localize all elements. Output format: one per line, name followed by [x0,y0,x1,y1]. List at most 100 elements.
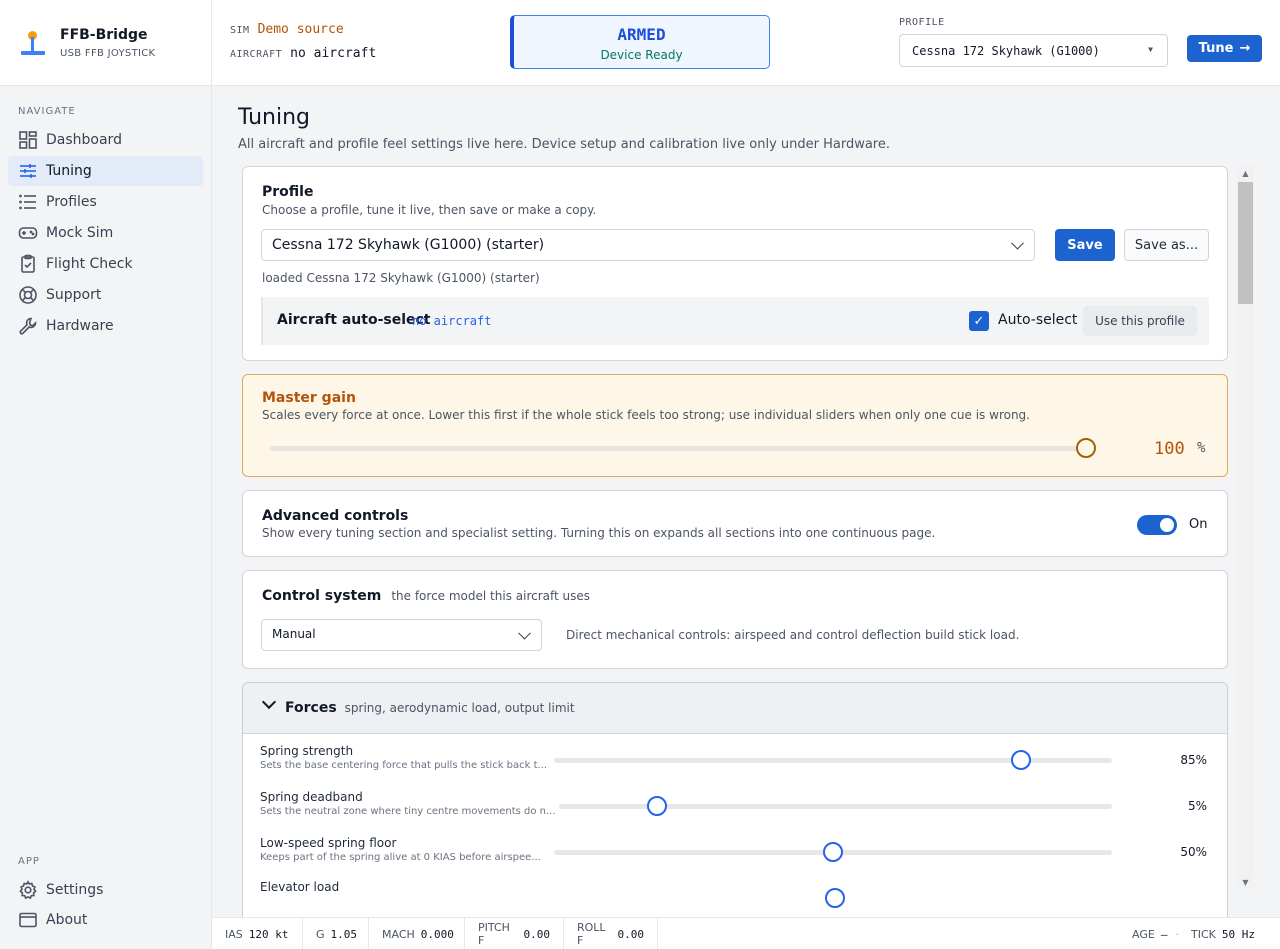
profile-card-desc: Choose a profile, tune it live, then sav… [262,203,597,217]
separator-dot: · [1175,927,1179,941]
elevator-load-slider-thumb[interactable] [825,888,845,908]
control-system-desc: Direct mechanical controls: airspeed and… [566,628,1020,642]
sidebar-item-flight-check[interactable]: Flight Check [8,249,203,279]
spring-deadband-slider-thumb[interactable] [647,796,667,816]
dashboard-icon [18,130,38,150]
tune-button-label: Tune [1198,41,1234,56]
profile-card: Profile Choose a profile, tune it live, … [242,166,1228,361]
sidebar-item-support[interactable]: Support [8,280,203,310]
age-value: — [1160,927,1168,941]
device-status-badge: ARMED Device Ready [510,15,770,69]
spring-strength-slider-thumb[interactable] [1011,750,1031,770]
caret-down-icon: ▼ [1148,45,1153,54]
age-label: AGE [1132,927,1155,941]
auto-select-checkbox[interactable]: ✓ [969,311,989,331]
sidebar: FFB-Bridge USB FFB JOYSTICK NAVIGATE Das… [0,0,212,949]
force-row-label: Spring deadband [260,790,363,804]
profile-label: PROFILE [899,17,945,28]
force-row-label: Elevator load [260,880,340,894]
aircraft-value: no aircraft [290,46,377,61]
advanced-controls-card: Advanced controls Show every tuning sect… [242,490,1228,557]
save-as-button[interactable]: Save as... [1124,229,1209,261]
g-label: G [316,927,325,941]
control-system-hint: the force model this aircraft uses [391,589,591,603]
g-readout: G 1.05 [303,918,369,949]
app-name: FFB-Bridge [60,26,148,43]
sidebar-item-settings[interactable]: Settings [8,875,203,905]
gamepad-icon [18,223,38,243]
sidebar-item-label: Support [46,287,102,303]
master-gain-slider-thumb[interactable] [1076,438,1096,458]
master-gain-desc: Scales every force at once. Lower this f… [262,408,1030,422]
profile-card-title: Profile [262,184,314,200]
master-gain-title: Master gain [262,390,356,406]
chevron-down-icon [1011,236,1024,250]
sidebar-item-tuning[interactable]: Tuning [8,156,203,186]
status-subtitle: Device Ready [600,48,683,62]
sidebar-item-label: Settings [46,882,104,898]
force-row-value: 85% [1180,753,1207,767]
master-gain-card: Master gain Scales every force at once. … [242,374,1228,477]
auto-select-row: Aircraft auto-select no aircraft ✓ Auto-… [261,297,1209,345]
chevron-down-icon [261,694,277,710]
profile-dropdown-value: Cessna 172 Skyhawk (G1000) (starter) [272,237,545,253]
gear-icon [18,880,38,900]
advanced-desc: Show every tuning section and specialist… [262,526,936,540]
tune-button[interactable]: Tune → [1187,35,1262,62]
control-system-dropdown[interactable]: Manual [261,619,542,651]
low-speed-floor-slider-thumb[interactable] [823,842,843,862]
sidebar-item-about[interactable]: About [8,905,203,935]
app-heading: APP [18,856,40,867]
force-row-value: 50% [1180,845,1207,859]
master-gain-slider-track[interactable] [270,446,1086,451]
save-button[interactable]: Save [1055,229,1115,261]
nav-heading: NAVIGATE [18,106,76,117]
mach-readout: MACH 0.000 [369,918,465,949]
tick-value: 50 Hz [1221,927,1255,941]
sidebar-item-label: Mock Sim [46,225,114,241]
sidebar-item-mock-sim[interactable]: Mock Sim [8,218,203,248]
auto-select-checkbox-label: Auto-select [998,312,1078,328]
auto-select-aircraft: no aircraft [412,314,492,328]
forces-header[interactable]: Forces spring, aerodynamic load, output … [243,683,1227,734]
use-this-profile-button[interactable]: Use this profile [1083,306,1197,336]
spring-deadband-slider-track[interactable] [559,804,1112,809]
roll-force-readout: ROLL F 0.00 [564,918,658,949]
forces-hint: spring, aerodynamic load, output limit [344,701,575,715]
sidebar-item-label: Profiles [46,194,97,210]
top-bar: SIM Demo source AIRCRAFT no aircraft ARM… [212,0,1280,86]
sliders-icon [18,161,38,181]
force-row-value: 5% [1187,799,1207,813]
scroll-down-icon[interactable]: ▼ [1237,875,1254,889]
force-row-desc: Keeps part of the spring alive at 0 KIAS… [260,852,541,863]
scrollbar-thumb[interactable] [1238,182,1253,304]
tick-label: TICK [1191,927,1216,941]
advanced-toggle[interactable] [1137,515,1177,535]
profile-select[interactable]: Cessna 172 Skyhawk (G1000) ▼ [899,34,1168,67]
master-gain-value: 100 [1154,439,1185,459]
scroll-up-icon[interactable]: ▲ [1237,166,1254,180]
sidebar-item-dashboard[interactable]: Dashboard [8,125,203,155]
tick-readout: TICK 50 Hz [1191,918,1255,949]
status-title: ARMED [617,25,666,44]
g-value: 1.05 [330,927,358,941]
control-system-value: Manual [272,627,316,641]
sidebar-item-label: Flight Check [46,256,133,272]
age-readout: AGE — · [1132,918,1187,949]
ias-readout: IAS 120 kt [212,918,303,949]
profile-dropdown[interactable]: Cessna 172 Skyhawk (G1000) (starter) [261,229,1035,261]
lifebuoy-icon [18,285,38,305]
advanced-toggle-label: On [1189,517,1208,532]
mach-label: MACH [382,927,415,941]
sidebar-item-hardware[interactable]: Hardware [8,311,203,341]
master-gain-unit: % [1197,440,1206,456]
sidebar-item-label: Dashboard [46,132,122,148]
brand: FFB-Bridge USB FFB JOYSTICK [0,0,211,86]
pitch-force-label: PITCH F [478,921,510,947]
ias-value: 120 kt [248,927,289,941]
force-row-label: Spring strength [260,744,354,758]
force-row-label: Low-speed spring floor [260,836,397,850]
sim-source-value: Demo source [257,22,344,37]
sidebar-item-profiles[interactable]: Profiles [8,187,203,217]
advanced-title: Advanced controls [262,508,409,524]
